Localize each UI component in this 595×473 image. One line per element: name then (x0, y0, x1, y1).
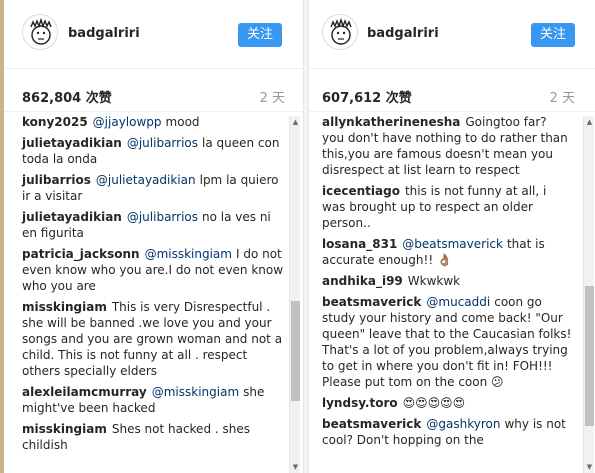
comment-item: alexleilamcmurray @misskingiam she might'v… (22, 384, 284, 416)
scroll-thumb[interactable] (291, 301, 300, 401)
comment-username[interactable]: losana_831 (322, 237, 397, 251)
comment-username[interactable]: lyndsy.toro (322, 396, 398, 410)
comment-item: patricia_jacksonn @misskingiam I do not ev… (22, 246, 284, 294)
comment-item: misskingiam Shes not hacked . shes childi… (22, 421, 284, 453)
post-header: badgalriri 关注 (309, 0, 595, 69)
comment-item: julietayadikian @julibarrios la queen con … (22, 135, 284, 167)
comment-username[interactable]: kony2025 (22, 115, 88, 129)
avatar[interactable] (322, 14, 358, 50)
comment-username[interactable]: beatsmaverick (322, 295, 421, 309)
post-time[interactable]: 2 天 (260, 87, 285, 106)
comment-list: kony2025 @jjaylowpp mood julietayadikian @j… (22, 114, 290, 458)
comment-text: Wkwkwk (407, 274, 461, 288)
comment-text: coon go study your history and come back… (322, 295, 572, 389)
comment-username[interactable]: julibarrios (22, 173, 91, 187)
comments-scrollbar[interactable]: ▲ ▼ (583, 116, 594, 473)
comment-mention[interactable]: @misskingiam (152, 385, 239, 399)
post-header: badgalriri 关注 (4, 0, 303, 69)
username[interactable]: badgalriri (68, 26, 140, 41)
comment-item: allynkatherinenesha Goingtoo far? you don… (322, 114, 572, 178)
scroll-thumb[interactable] (585, 286, 594, 426)
post-time[interactable]: 2 天 (550, 87, 575, 106)
comment-item: misskingiam This is very Disrespectful . … (22, 299, 284, 379)
comment-username[interactable]: misskingiam (22, 300, 107, 314)
comment-list: allynkatherinenesha Goingtoo far? you don… (322, 114, 578, 453)
comment-username[interactable]: patricia_jacksonn (22, 247, 140, 261)
comment-username[interactable]: allynkatherinenesha (322, 115, 460, 129)
comment-mention[interactable]: @mucaddi (426, 295, 490, 309)
like-count[interactable]: 607,612 次赞 (322, 87, 412, 106)
comment-mention[interactable]: @gashkyron (426, 417, 500, 431)
comment-item: losana_831 @beatsmaverick that is accurate… (322, 236, 572, 268)
comment-mention[interactable]: @julietayadikian (96, 173, 196, 187)
comment-item: lyndsy.toro 😍😍😍😍😍 (322, 395, 572, 411)
doodle-face-icon (330, 17, 352, 45)
comment-item: icecentiago this is not funny at all, i w… (322, 183, 572, 231)
comment-item: beatsmaverick @gashkyron why is not cool? … (322, 416, 572, 448)
scroll-down-arrow-icon[interactable]: ▼ (290, 461, 301, 473)
like-count[interactable]: 862,804 次赞 (22, 87, 112, 106)
left-post-panel: badgalriri 关注 862,804 次赞 2 天 kony2025 @jj… (4, 0, 303, 473)
comment-item: beatsmaverick @mucaddi coon go study your … (322, 294, 572, 390)
comment-username[interactable]: andhika_i99 (322, 274, 403, 288)
comments-scrollbar[interactable]: ▲ ▼ (289, 116, 300, 473)
follow-button[interactable]: 关注 (238, 23, 282, 47)
post-stats: 607,612 次赞 2 天 (309, 69, 595, 112)
doodle-face-icon (30, 17, 52, 45)
avatar[interactable] (22, 14, 58, 50)
right-post-panel: badgalriri 关注 607,612 次赞 2 天 allynkather… (309, 0, 595, 473)
follow-button[interactable]: 关注 (531, 23, 575, 47)
comment-mention[interactable]: @misskingiam (145, 247, 232, 261)
comment-item: andhika_i99 Wkwkwk (322, 273, 572, 289)
comment-username[interactable]: beatsmaverick (322, 417, 421, 431)
comment-mention[interactable]: @julibarrios (127, 210, 198, 224)
comment-username[interactable]: julietayadikian (22, 136, 122, 150)
comment-username[interactable]: misskingiam (22, 422, 107, 436)
comment-text: 😍😍😍😍😍 (402, 396, 466, 410)
post-stats: 862,804 次赞 2 天 (4, 69, 303, 112)
comment-mention[interactable]: @jjaylowpp (93, 115, 162, 129)
scroll-up-arrow-icon[interactable]: ▲ (290, 116, 301, 128)
scroll-down-arrow-icon[interactable]: ▼ (584, 461, 595, 473)
comment-mention[interactable]: @beatsmaverick (402, 237, 503, 251)
comment-username[interactable]: icecentiago (322, 184, 400, 198)
comment-item: julibarrios @julietayadikian lpm la quiero… (22, 172, 284, 204)
comment-mention[interactable]: @julibarrios (127, 136, 198, 150)
comment-item: julietayadikian @julibarrios no la ves ni … (22, 209, 284, 241)
comment-text: mood (165, 115, 200, 129)
scroll-up-arrow-icon[interactable]: ▲ (584, 116, 595, 128)
comment-item: kony2025 @jjaylowpp mood (22, 114, 284, 130)
username[interactable]: badgalriri (367, 26, 439, 41)
comment-username[interactable]: julietayadikian (22, 210, 122, 224)
comment-username[interactable]: alexleilamcmurray (22, 385, 147, 399)
